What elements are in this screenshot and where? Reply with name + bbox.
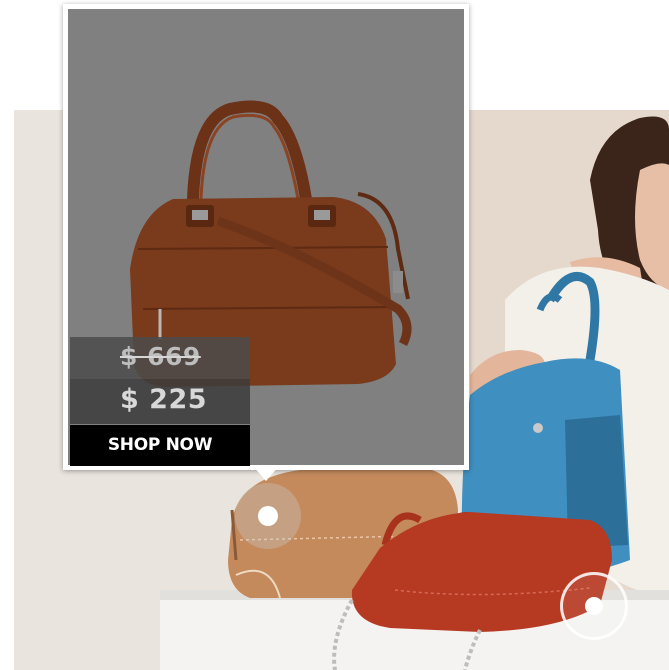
- original-price-row: $ 669: [70, 337, 250, 379]
- sale-price: $ 225: [120, 384, 208, 415]
- hotspot-red-bag[interactable]: [560, 572, 628, 640]
- shop-now-button[interactable]: SHOP NOW: [70, 425, 250, 466]
- hotspot-marker-icon: [258, 506, 278, 526]
- lookbook-stage: $ 669 $ 225 SHOP NOW: [0, 0, 669, 670]
- popup-pointer: [253, 466, 279, 481]
- sale-price-row: $ 225: [70, 379, 250, 424]
- price-box: $ 669 $ 225 SHOP NOW: [70, 337, 250, 466]
- hotspot-marker-icon: [585, 597, 603, 615]
- original-price: $ 669: [120, 342, 201, 371]
- hotspot-tan-bag-active[interactable]: [235, 483, 301, 549]
